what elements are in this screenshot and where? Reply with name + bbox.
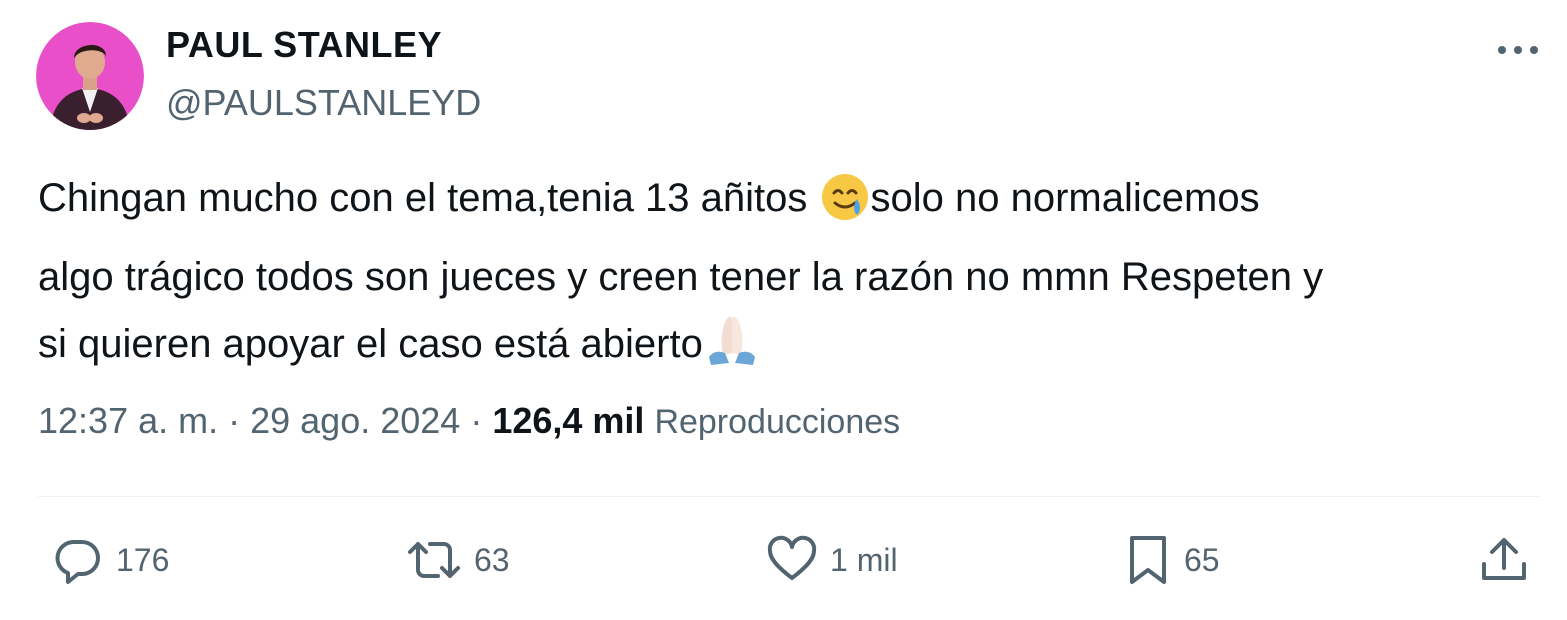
tweet-meta: 12:37 a. m. · 29 ago. 2024 · 126,4 mil R…: [38, 400, 900, 442]
folded-hands-icon: [703, 311, 761, 390]
smiling-face-with-tear-icon: [819, 171, 871, 244]
views-count[interactable]: 126,4 mil: [492, 400, 644, 441]
like-count: 1 mil: [830, 541, 898, 578]
like-button[interactable]: 1 mil: [764, 532, 898, 588]
bookmark-count: 65: [1184, 541, 1220, 578]
tweet-line: si quieren apoyar el caso está abierto: [38, 311, 1538, 390]
bookmark-button[interactable]: 65: [1122, 532, 1220, 588]
profile-photo-icon: [36, 22, 144, 130]
author-display-name[interactable]: PAUL STANLEY: [166, 24, 442, 66]
share-icon: [1482, 538, 1526, 580]
tweet-time[interactable]: 12:37 a. m.: [38, 400, 218, 441]
meta-separator: ·: [218, 400, 251, 441]
reply-icon: [55, 539, 100, 584]
heart-icon: [767, 535, 817, 580]
retweet-count: 63: [474, 541, 510, 578]
bookmark-icon: [1130, 536, 1166, 584]
divider: [38, 496, 1540, 497]
tweet-text-segment: Chingan mucho con el tema,tenia 13 añito…: [38, 176, 819, 220]
tweet-line: algo trágico todos son jueces y creen te…: [38, 255, 1324, 299]
share-button[interactable]: [1476, 532, 1532, 588]
tweet-card: PAUL STANLEY @PAULSTANLEYD Chingan mucho…: [0, 0, 1567, 620]
tweet-text-segment: solo no normalicemos: [870, 176, 1260, 220]
views-label: Reproducciones: [654, 403, 901, 441]
meta-separator: ·: [460, 400, 493, 441]
reply-count: 176: [116, 541, 170, 578]
tweet-text: Chingan mucho con el tema,tenia 13 añito…: [38, 165, 1538, 390]
reply-button[interactable]: 176: [50, 532, 169, 588]
author-handle[interactable]: @PAULSTANLEYD: [166, 82, 481, 124]
retweet-icon: [408, 542, 460, 578]
retweet-button[interactable]: 63: [404, 532, 510, 588]
tweet-date[interactable]: 29 ago. 2024: [250, 400, 460, 441]
tweet-text-segment: si quieren apoyar el caso está abierto: [38, 322, 703, 366]
more-dots-icon: [1498, 46, 1538, 54]
tweet-line: Chingan mucho con el tema,tenia 13 añito…: [38, 165, 1538, 244]
avatar[interactable]: [36, 22, 144, 130]
more-options-button[interactable]: [1490, 30, 1546, 70]
